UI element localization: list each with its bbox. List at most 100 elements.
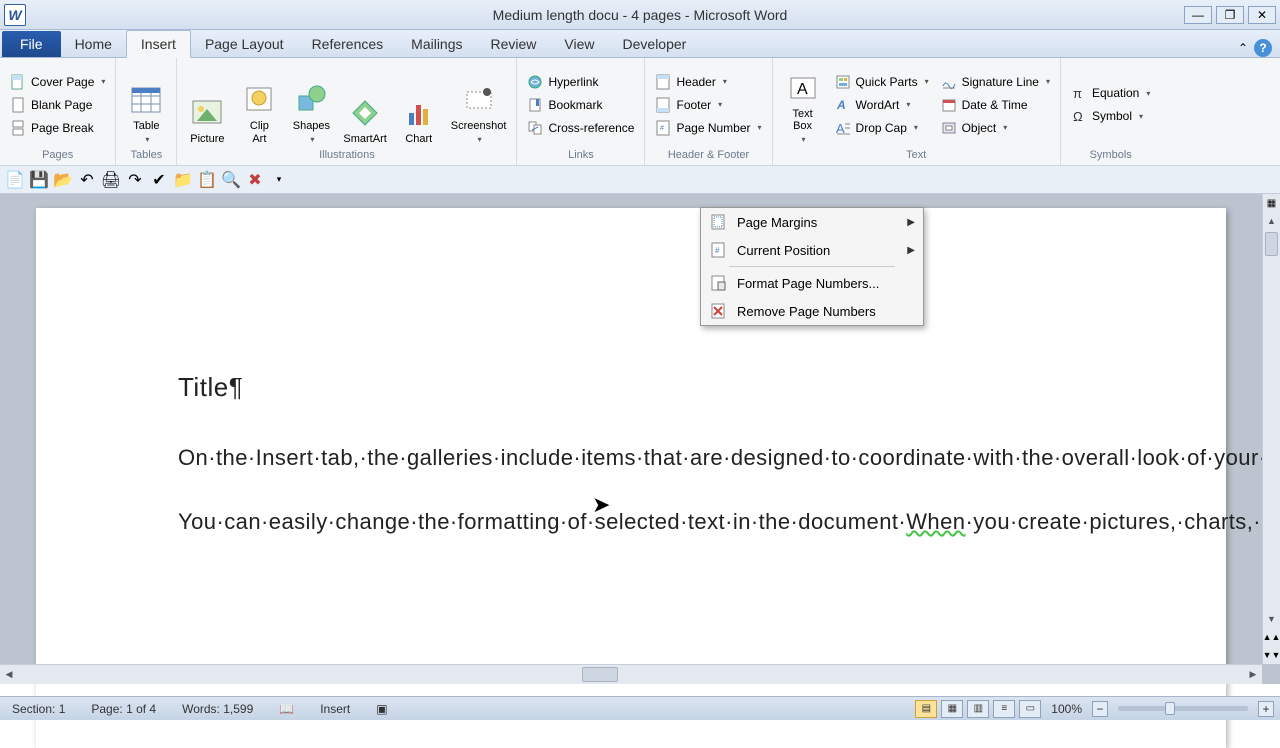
tab-developer[interactable]: Developer bbox=[609, 31, 701, 57]
tab-mailings[interactable]: Mailings bbox=[397, 31, 476, 57]
shapes-button[interactable]: Shapes▾ bbox=[287, 62, 335, 148]
scroll-right-button[interactable]: ▶ bbox=[1244, 665, 1262, 684]
zoom-percent[interactable]: 100% bbox=[1045, 702, 1088, 716]
print-preview-icon[interactable]: 🖨 bbox=[102, 171, 120, 189]
scroll-up-button[interactable]: ▲ bbox=[1263, 212, 1280, 230]
horizontal-scrollbar[interactable]: ◀ ▶ bbox=[0, 664, 1262, 684]
delete-icon[interactable]: ✖ bbox=[246, 171, 264, 189]
clipart-icon bbox=[241, 82, 277, 118]
status-proof-icon[interactable]: 📖 bbox=[273, 702, 300, 716]
header-button[interactable]: Header▾ bbox=[651, 72, 730, 92]
minimize-button[interactable]: — bbox=[1184, 6, 1212, 24]
group-links: Hyperlink Bookmark Cross-reference Links bbox=[517, 58, 645, 165]
minimize-ribbon-icon[interactable]: ⌃ bbox=[1238, 41, 1248, 55]
picture-button[interactable]: Picture bbox=[183, 62, 231, 148]
hyperlink-button[interactable]: Hyperlink bbox=[523, 72, 602, 92]
footer-button[interactable]: Footer▾ bbox=[651, 95, 726, 115]
undo-icon[interactable]: ↶ bbox=[78, 171, 96, 189]
cover-page-button[interactable]: Cover Page▾ bbox=[6, 72, 109, 92]
zoom-slider[interactable] bbox=[1118, 706, 1248, 711]
document-paragraph-2[interactable]: You·can·easily·change·the·formatting·of·… bbox=[178, 505, 1118, 539]
find-icon[interactable]: 🔍 bbox=[222, 171, 240, 189]
cross-reference-button[interactable]: Cross-reference bbox=[523, 118, 638, 138]
group-header-footer: Header▾ Footer▾ #Page Number▾ Header & F… bbox=[645, 58, 772, 165]
status-macro-icon[interactable]: ▣ bbox=[370, 702, 393, 716]
tab-page-layout[interactable]: Page Layout bbox=[191, 31, 298, 57]
table-button[interactable]: Table▾ bbox=[122, 62, 170, 148]
zoom-slider-knob[interactable] bbox=[1165, 702, 1175, 715]
status-insert-mode[interactable]: Insert bbox=[314, 702, 356, 716]
tab-references[interactable]: References bbox=[298, 31, 398, 57]
previous-page-button[interactable]: ▲▲ bbox=[1263, 628, 1280, 646]
zoom-out-button[interactable]: − bbox=[1092, 701, 1108, 717]
clipart-button[interactable]: Clip Art bbox=[235, 62, 283, 148]
vertical-scrollbar[interactable]: ▦ ▲ ▼ ▲▲ ▼▼ bbox=[1262, 194, 1280, 664]
view-print-layout[interactable]: ▤ bbox=[915, 700, 937, 718]
smartart-button[interactable]: SmartArt bbox=[339, 62, 390, 148]
object-icon bbox=[941, 120, 957, 136]
date-time-icon bbox=[941, 97, 957, 113]
symbol-button[interactable]: ΩSymbol▾ bbox=[1067, 106, 1147, 126]
status-page[interactable]: Page: 1 of 4 bbox=[85, 702, 162, 716]
view-full-screen[interactable]: ▦ bbox=[941, 700, 963, 718]
chart-button[interactable]: Chart bbox=[395, 62, 443, 148]
menu-page-margins[interactable]: Page Margins▶ bbox=[701, 208, 923, 236]
window-title: Medium length docu - 4 pages - Microsoft… bbox=[493, 7, 788, 23]
page-number-icon: # bbox=[655, 120, 671, 136]
scroll-left-button[interactable]: ◀ bbox=[0, 665, 18, 684]
group-label-symbols: Symbols bbox=[1067, 149, 1154, 163]
help-icon[interactable]: ? bbox=[1254, 39, 1272, 57]
view-draft[interactable]: ▭ bbox=[1019, 700, 1041, 718]
bookmark-button[interactable]: Bookmark bbox=[523, 95, 606, 115]
document-title-line[interactable]: Title¶ bbox=[178, 372, 1118, 403]
object-button[interactable]: Object▾ bbox=[937, 118, 1054, 138]
view-outline[interactable]: ≡ bbox=[993, 700, 1015, 718]
page-break-button[interactable]: Page Break bbox=[6, 118, 98, 138]
document-paragraph-1[interactable]: On·the·Insert·tab,·the·galleries·include… bbox=[178, 441, 1118, 475]
quick-parts-icon bbox=[835, 74, 851, 90]
wordart-button[interactable]: AWordArt▾ bbox=[831, 95, 933, 115]
svg-text:Ω: Ω bbox=[1073, 109, 1083, 124]
format-page-numbers-icon bbox=[709, 274, 727, 292]
new-doc-icon[interactable]: 📄 bbox=[6, 171, 24, 189]
status-section[interactable]: Section: 1 bbox=[6, 702, 71, 716]
scroll-down-button[interactable]: ▼ bbox=[1263, 610, 1280, 628]
hscroll-thumb[interactable] bbox=[582, 667, 618, 682]
signature-line-button[interactable]: Signature Line▾ bbox=[937, 72, 1054, 92]
smartart-icon bbox=[347, 95, 383, 131]
text-box-button[interactable]: AText Box▾ bbox=[779, 62, 827, 148]
date-time-button[interactable]: Date & Time bbox=[937, 95, 1054, 115]
redo-icon[interactable]: ↷ bbox=[126, 171, 144, 189]
folder-icon[interactable]: 📁 bbox=[174, 171, 192, 189]
menu-remove-page-numbers[interactable]: Remove Page Numbers bbox=[701, 297, 923, 325]
customize-qat-icon[interactable]: ▾ bbox=[270, 171, 288, 189]
save-icon[interactable]: 💾 bbox=[30, 171, 48, 189]
page-number-button[interactable]: #Page Number▾ bbox=[651, 118, 765, 138]
tab-view[interactable]: View bbox=[550, 31, 608, 57]
paste-icon[interactable]: 📋 bbox=[198, 171, 216, 189]
tab-insert[interactable]: Insert bbox=[126, 30, 191, 58]
maximize-button[interactable]: ❐ bbox=[1216, 6, 1244, 24]
quick-parts-button[interactable]: Quick Parts▾ bbox=[831, 72, 933, 92]
tab-home[interactable]: Home bbox=[61, 31, 126, 57]
hyperlink-icon bbox=[527, 74, 543, 90]
equation-button[interactable]: πEquation▾ bbox=[1067, 83, 1154, 103]
menu-format-page-numbers[interactable]: Format Page Numbers... bbox=[701, 269, 923, 297]
close-button[interactable]: ✕ bbox=[1248, 6, 1276, 24]
open-icon[interactable]: 📂 bbox=[54, 171, 72, 189]
blank-page-button[interactable]: Blank Page bbox=[6, 95, 96, 115]
screenshot-button[interactable]: Screenshot▾ bbox=[447, 62, 511, 148]
spell-check-icon[interactable]: ✔ bbox=[150, 171, 168, 189]
zoom-in-button[interactable]: + bbox=[1258, 701, 1274, 717]
status-words[interactable]: Words: 1,599 bbox=[176, 702, 259, 716]
drop-cap-button[interactable]: ADrop Cap▾ bbox=[831, 118, 933, 138]
remove-page-numbers-icon bbox=[709, 302, 727, 320]
view-web-layout[interactable]: ▥ bbox=[967, 700, 989, 718]
scroll-thumb[interactable] bbox=[1265, 232, 1278, 256]
tab-review[interactable]: Review bbox=[477, 31, 551, 57]
menu-current-position[interactable]: # Current Position▶ bbox=[701, 236, 923, 264]
file-tab[interactable]: File bbox=[2, 31, 61, 57]
svg-text:A: A bbox=[797, 81, 808, 98]
next-page-button[interactable]: ▼▼ bbox=[1263, 646, 1280, 664]
ruler-toggle-icon[interactable]: ▦ bbox=[1263, 194, 1280, 212]
